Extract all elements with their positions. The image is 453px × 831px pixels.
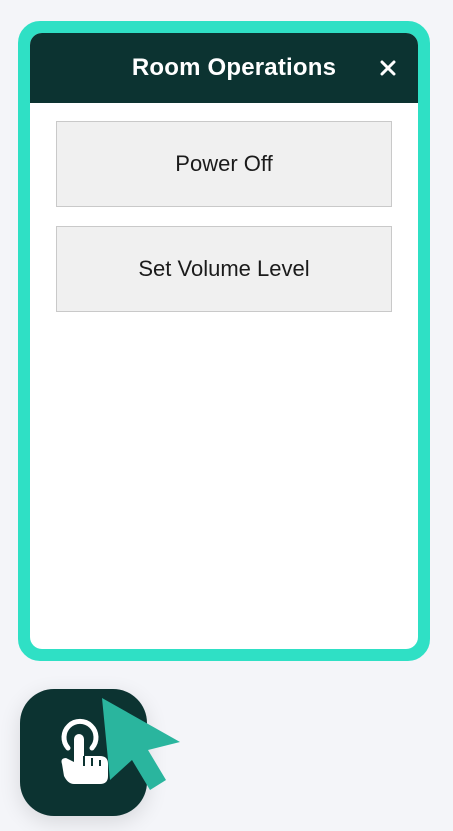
- operations-list: Power Off Set Volume Level: [30, 103, 418, 312]
- touch-hand-icon: [61, 718, 108, 784]
- room-operations-fab[interactable]: [20, 689, 147, 816]
- room-operations-panel: Room Operations Power Off Set Volume Lev…: [18, 21, 430, 661]
- set-volume-level-button[interactable]: Set Volume Level: [56, 226, 392, 312]
- close-icon: [380, 60, 396, 76]
- close-button[interactable]: [376, 56, 400, 80]
- power-off-button[interactable]: Power Off: [56, 121, 392, 207]
- panel-title: Room Operations: [131, 54, 337, 81]
- panel-header: Room Operations: [30, 33, 418, 103]
- panel-content: Room Operations Power Off Set Volume Lev…: [30, 33, 418, 649]
